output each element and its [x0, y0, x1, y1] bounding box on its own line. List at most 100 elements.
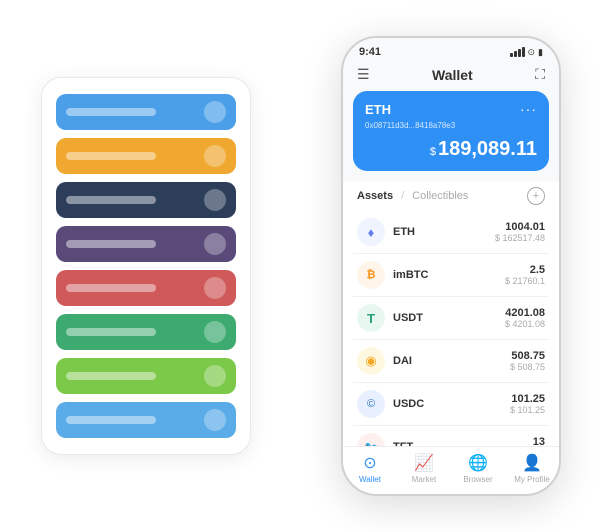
stack-card-green[interactable]	[56, 314, 236, 350]
usdc-icon: ©	[357, 390, 385, 418]
imbtc-amounts: 2.5 $ 21760.1	[505, 264, 545, 286]
eth-card-top: ETH ···	[365, 101, 537, 117]
tft-amounts: 13 0	[533, 436, 545, 446]
profile-nav-label: My Profile	[514, 475, 550, 484]
card-icon	[204, 365, 226, 387]
status-bar: 9:41 ⊙ ▮	[343, 38, 559, 62]
card-stack	[41, 77, 251, 455]
stack-card-lightblue[interactable]	[56, 402, 236, 438]
usdt-usd: $ 4201.08	[505, 319, 545, 329]
nav-market[interactable]: 📈 Market	[397, 453, 451, 484]
eth-card[interactable]: ETH ··· 0x08711d3d...8418a78e3 $189,089.…	[353, 91, 549, 171]
bottom-nav: ⊙ Wallet 📈 Market 🌐 Browser 👤 My Profile	[343, 446, 559, 494]
dai-usd: $ 508.75	[510, 362, 545, 372]
eth-card-more[interactable]: ···	[520, 101, 537, 117]
phone-header: ☰ Wallet ⛶	[343, 62, 559, 91]
nav-wallet[interactable]: ⊙ Wallet	[343, 453, 397, 484]
card-label	[66, 416, 156, 424]
balance-amount: 189,089.11	[438, 138, 537, 160]
wifi-icon: ⊙	[528, 47, 536, 58]
usdc-name: USDC	[393, 398, 510, 410]
eth-name: ETH	[393, 226, 495, 238]
add-asset-button[interactable]: +	[527, 187, 545, 205]
menu-icon[interactable]: ☰	[357, 66, 370, 83]
imbtc-usd: $ 21760.1	[505, 276, 545, 286]
profile-nav-icon: 👤	[522, 453, 542, 473]
card-icon	[204, 277, 226, 299]
browser-nav-label: Browser	[463, 475, 492, 484]
tft-icon: 🐦	[357, 433, 385, 446]
signal-bar-4	[522, 47, 525, 57]
asset-item-eth[interactable]: ♦ ETH 1004.01 $ 162517.48	[353, 211, 549, 254]
eth-icon: ♦	[357, 218, 385, 246]
eth-usd: $ 162517.48	[495, 233, 545, 243]
scene: 9:41 ⊙ ▮ ☰ Wallet ⛶ ETH ···	[11, 11, 591, 521]
stack-card-lightgreen[interactable]	[56, 358, 236, 394]
nav-profile[interactable]: 👤 My Profile	[505, 453, 559, 484]
dai-amount: 508.75	[510, 350, 545, 362]
imbtc-amount: 2.5	[505, 264, 545, 276]
imbtc-name: imBTC	[393, 269, 505, 281]
usdt-icon: T	[357, 304, 385, 332]
eth-card-name: ETH	[365, 102, 391, 117]
imbtc-icon: ₿	[357, 261, 385, 289]
usdt-amount: 4201.08	[505, 307, 545, 319]
stack-card-blue[interactable]	[56, 94, 236, 130]
eth-amounts: 1004.01 $ 162517.48	[495, 221, 545, 243]
signal-bar-3	[518, 49, 521, 57]
card-label	[66, 372, 156, 380]
asset-item-usdt[interactable]: T USDT 4201.08 $ 4201.08	[353, 297, 549, 340]
nav-browser[interactable]: 🌐 Browser	[451, 453, 505, 484]
dai-name: DAI	[393, 355, 510, 367]
market-nav-label: Market	[412, 475, 436, 484]
status-icons: ⊙ ▮	[510, 47, 544, 58]
stack-card-dark[interactable]	[56, 182, 236, 218]
signal-bar-1	[510, 53, 513, 57]
asset-item-tft[interactable]: 🐦 TFT 13 0	[353, 426, 549, 446]
stack-card-purple[interactable]	[56, 226, 236, 262]
card-icon	[204, 145, 226, 167]
wallet-nav-label: Wallet	[359, 475, 381, 484]
asset-list: ♦ ETH 1004.01 $ 162517.48 ₿ imBTC 2.5 $ …	[343, 211, 559, 446]
stack-card-orange[interactable]	[56, 138, 236, 174]
card-label	[66, 328, 156, 336]
currency-symbol: $	[430, 146, 436, 158]
dai-icon: ◉	[357, 347, 385, 375]
card-icon	[204, 101, 226, 123]
card-label	[66, 108, 156, 116]
usdt-name: USDT	[393, 312, 505, 324]
asset-item-dai[interactable]: ◉ DAI 508.75 $ 508.75	[353, 340, 549, 383]
battery-icon: ▮	[538, 47, 543, 58]
assets-section: Assets / Collectibles + ♦ ETH 1004.01 $ …	[343, 181, 559, 446]
assets-tabs: Assets / Collectibles	[357, 190, 468, 202]
usdc-amount: 101.25	[510, 393, 545, 405]
eth-amount: 1004.01	[495, 221, 545, 233]
assets-header: Assets / Collectibles +	[343, 181, 559, 211]
usdc-usd: $ 101.25	[510, 405, 545, 415]
signal-bar-2	[514, 51, 517, 57]
asset-item-usdc[interactable]: © USDC 101.25 $ 101.25	[353, 383, 549, 426]
tft-amount: 13	[533, 436, 545, 446]
stack-card-red[interactable]	[56, 270, 236, 306]
eth-card-balance: $189,089.11	[365, 138, 537, 161]
card-label	[66, 240, 156, 248]
dai-amounts: 508.75 $ 508.75	[510, 350, 545, 372]
usdt-amounts: 4201.08 $ 4201.08	[505, 307, 545, 329]
scan-icon[interactable]: ⛶	[535, 66, 545, 83]
card-icon	[204, 409, 226, 431]
phone-mockup: 9:41 ⊙ ▮ ☰ Wallet ⛶ ETH ···	[341, 36, 561, 496]
asset-item-imbtc[interactable]: ₿ imBTC 2.5 $ 21760.1	[353, 254, 549, 297]
header-title: Wallet	[432, 67, 473, 83]
market-nav-icon: 📈	[414, 453, 434, 473]
eth-card-address: 0x08711d3d...8418a78e3	[365, 121, 537, 130]
card-icon	[204, 233, 226, 255]
status-time: 9:41	[359, 46, 381, 58]
card-icon	[204, 189, 226, 211]
usdc-amounts: 101.25 $ 101.25	[510, 393, 545, 415]
card-label	[66, 284, 156, 292]
tab-assets[interactable]: Assets	[357, 190, 393, 202]
card-label	[66, 196, 156, 204]
card-label	[66, 152, 156, 160]
tab-collectibles[interactable]: Collectibles	[412, 190, 468, 202]
wallet-nav-icon: ⊙	[363, 453, 376, 473]
